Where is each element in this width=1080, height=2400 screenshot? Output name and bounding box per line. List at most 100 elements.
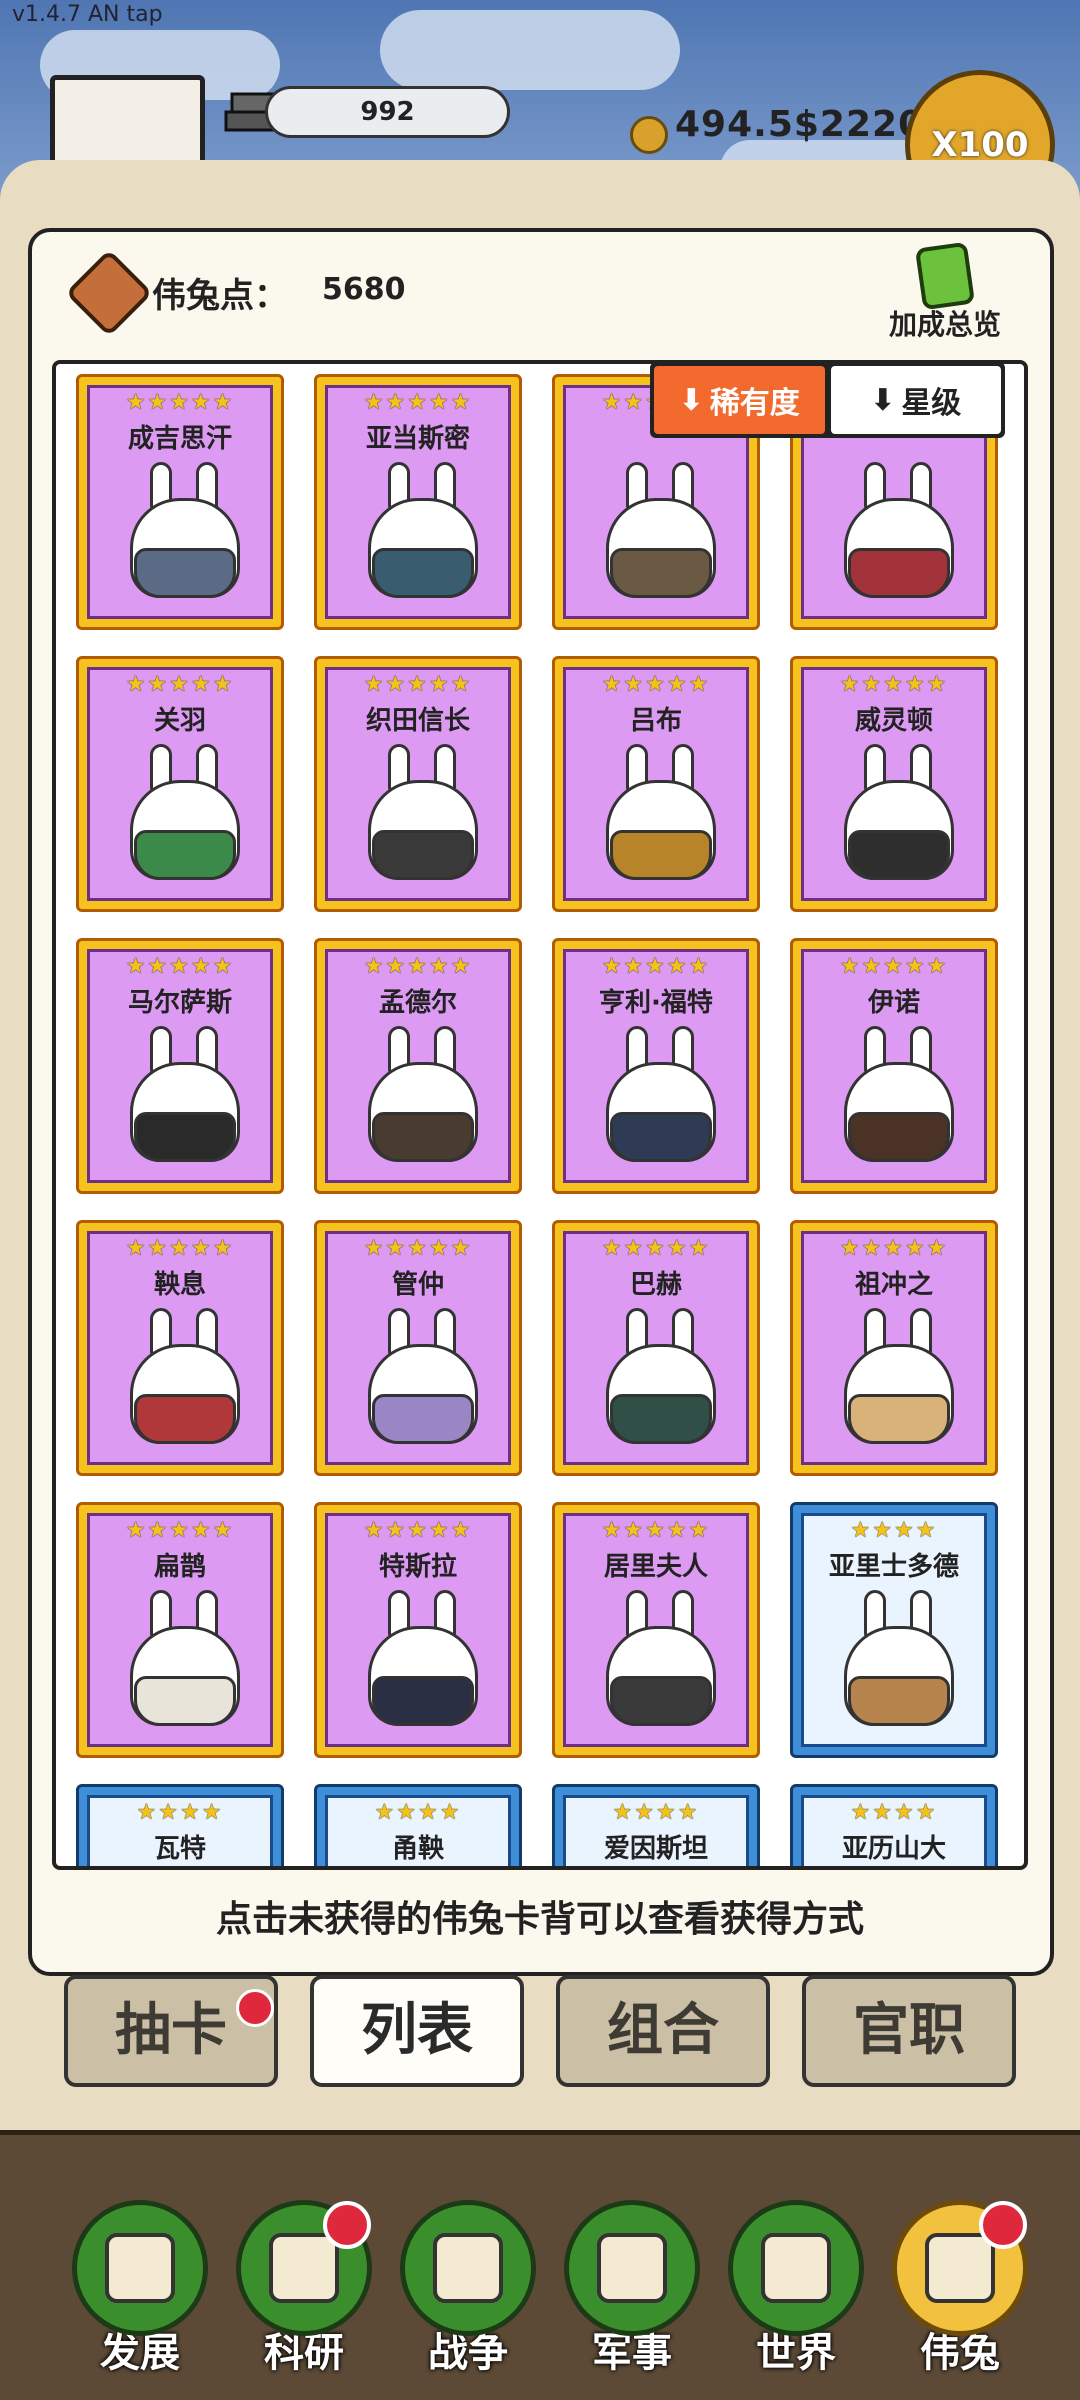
card-outfit bbox=[610, 1112, 712, 1162]
card-art: ★★★★★ 吕布 bbox=[563, 667, 749, 901]
card-name: 亨利·福特 bbox=[599, 988, 713, 1018]
card-art: ★★★★ 瓦特 bbox=[87, 1795, 273, 1866]
tab-item[interactable]: 列表 bbox=[310, 1975, 524, 2087]
hero-card[interactable]: ★★★★★ 织田信长 bbox=[314, 656, 522, 912]
hero-card[interactable]: ★★★★★ 马尔萨斯 bbox=[76, 938, 284, 1194]
hero-card[interactable]: ★★★★★ 成吉思汗 bbox=[76, 374, 284, 630]
nav-item[interactable]: 伟兔 bbox=[890, 2200, 1030, 2390]
card-stars: ★★★★★ bbox=[125, 672, 235, 697]
rabbit-character bbox=[834, 1590, 964, 1730]
card-stars: ★★★★★ bbox=[125, 954, 235, 979]
arrow-down-icon: ⬇ bbox=[870, 382, 896, 418]
nav-item[interactable]: 世界 bbox=[726, 2200, 866, 2390]
coin-icon bbox=[630, 116, 668, 154]
points-value: 5680 bbox=[322, 272, 406, 307]
tab-item[interactable]: 官职 bbox=[802, 1975, 1016, 2087]
card-art: ★★★★★ 特斯拉 bbox=[325, 1513, 511, 1747]
card-grid-frame[interactable]: ★★★★★成吉思汗★★★★★亚当斯密★★★★★★★★★★★★★★★关羽★★★★★… bbox=[52, 360, 1028, 1870]
nav-button[interactable] bbox=[72, 2200, 208, 2336]
hero-card[interactable]: ★★★★ 亚里士多德 bbox=[790, 1502, 998, 1758]
card-name: 马尔萨斯 bbox=[127, 988, 232, 1018]
tab-item[interactable]: 组合 bbox=[556, 1975, 770, 2087]
rabbit-character bbox=[834, 1026, 964, 1166]
tab-label: 官职 bbox=[853, 1998, 965, 2063]
hero-card[interactable]: ★★★★★ 威灵顿 bbox=[790, 656, 998, 912]
card-outfit bbox=[848, 1112, 950, 1162]
card-art: ★★★★ 亚历山大 bbox=[801, 1795, 987, 1866]
nav-item[interactable]: 发展 bbox=[70, 2200, 210, 2390]
card-art: ★★★★★ 巴赫 bbox=[563, 1231, 749, 1465]
card-stars: ★★★★ bbox=[374, 1800, 462, 1825]
hero-card[interactable]: ★★★★★ 祖冲之 bbox=[790, 1220, 998, 1476]
nav-item[interactable]: 战争 bbox=[398, 2200, 538, 2390]
rabbit-character bbox=[358, 1590, 488, 1730]
tab-label: 组合 bbox=[607, 1998, 719, 2063]
hero-card[interactable]: ★★★★★ 关羽 bbox=[76, 656, 284, 912]
section-tabs: 抽卡 列表 组合 官职 bbox=[64, 1975, 1016, 2090]
card-name: 亚历山大 bbox=[841, 1834, 946, 1864]
hero-card[interactable]: ★★★★ 瓦特 bbox=[76, 1784, 284, 1866]
card-stars: ★★★★★ bbox=[363, 954, 473, 979]
nav-button[interactable] bbox=[236, 2200, 372, 2336]
rabbit-character bbox=[834, 1308, 964, 1448]
card-outfit bbox=[372, 1394, 474, 1444]
card-art: ★★★★★ 成吉思汗 bbox=[87, 385, 273, 619]
growth-arrow-icon bbox=[105, 2233, 175, 2303]
globe-icon bbox=[761, 2233, 831, 2303]
nav-item[interactable]: 军事 bbox=[562, 2200, 702, 2390]
sort-controls: ⬇ 稀有度 ⬇ 星级 bbox=[650, 362, 1005, 438]
card-outfit bbox=[134, 830, 236, 880]
hero-card[interactable]: ★★★★★ 孟德尔 bbox=[314, 938, 522, 1194]
sort-rarity-button[interactable]: ⬇ 稀有度 bbox=[654, 366, 825, 434]
card-name: 威灵顿 bbox=[854, 706, 933, 736]
nav-item[interactable]: 科研 bbox=[234, 2200, 374, 2390]
rabbit-character bbox=[120, 1026, 250, 1166]
card-outfit bbox=[610, 830, 712, 880]
tab-item[interactable]: 抽卡 bbox=[64, 1975, 278, 2087]
notification-dot bbox=[323, 2201, 371, 2249]
rabbit-character bbox=[596, 462, 726, 602]
bottom-nav-items: 发展 科研 战争 军事 世界 伟兔 bbox=[70, 2200, 1030, 2390]
rabbit-character bbox=[358, 1026, 488, 1166]
nav-button[interactable] bbox=[564, 2200, 700, 2336]
card-art: ★★★★★ 亨利·福特 bbox=[563, 949, 749, 1183]
bonus-overview-label: 加成总览 bbox=[888, 308, 1001, 341]
hero-card[interactable]: ★★★★★ 特斯拉 bbox=[314, 1502, 522, 1758]
rabbit-character bbox=[358, 462, 488, 602]
hero-card[interactable]: ★★★★ 甬鞅 bbox=[314, 1784, 522, 1866]
hero-card[interactable]: ★★★★ 亚历山大 bbox=[790, 1784, 998, 1866]
sort-star-button[interactable]: ⬇ 星级 bbox=[830, 366, 1001, 434]
card-outfit bbox=[134, 1112, 236, 1162]
card-name: 巴赫 bbox=[629, 1270, 682, 1300]
hero-card[interactable]: ★★★★★ 亨利·福特 bbox=[552, 938, 760, 1194]
bonus-overview-button[interactable]: 加成总览 bbox=[870, 241, 1020, 341]
notification-dot bbox=[979, 2201, 1027, 2249]
hero-card[interactable]: ★★★★★ 鞅息 bbox=[76, 1220, 284, 1476]
card-outfit bbox=[848, 548, 950, 598]
hero-card[interactable]: ★★★★★ 吕布 bbox=[552, 656, 760, 912]
hero-card[interactable]: ★★★★★ 亚当斯密 bbox=[314, 374, 522, 630]
card-stars: ★★★★ bbox=[136, 1800, 224, 1825]
nav-button[interactable] bbox=[728, 2200, 864, 2336]
rabbit-character bbox=[834, 744, 964, 884]
card-art: ★★★★ 爱因斯坦 bbox=[563, 1795, 749, 1866]
card-art: ★★★★★ 管仲 bbox=[325, 1231, 511, 1465]
nav-button[interactable] bbox=[400, 2200, 536, 2336]
card-outfit bbox=[134, 1676, 236, 1726]
rabbit-character bbox=[358, 1308, 488, 1448]
card-outfit bbox=[848, 830, 950, 880]
hero-card[interactable]: ★★★★★ 巴赫 bbox=[552, 1220, 760, 1476]
hero-card[interactable]: ★★★★ 爱因斯坦 bbox=[552, 1784, 760, 1866]
hero-card[interactable]: ★★★★★ 管仲 bbox=[314, 1220, 522, 1476]
nav-button[interactable] bbox=[892, 2200, 1028, 2336]
hero-card[interactable]: ★★★★★ 伊诺 bbox=[790, 938, 998, 1194]
card-outfit bbox=[134, 1394, 236, 1444]
helmet-icon bbox=[597, 2233, 667, 2303]
hero-card[interactable]: ★★★★★ 居里夫人 bbox=[552, 1502, 760, 1758]
card-outfit bbox=[372, 830, 474, 880]
hero-card[interactable]: ★★★★★ 扁鹊 bbox=[76, 1502, 284, 1758]
card-stars: ★★★★★ bbox=[363, 1236, 473, 1261]
card-stars: ★★★★★ bbox=[125, 390, 235, 415]
card-outfit bbox=[134, 548, 236, 598]
card-stars: ★★★★★ bbox=[601, 1518, 711, 1543]
